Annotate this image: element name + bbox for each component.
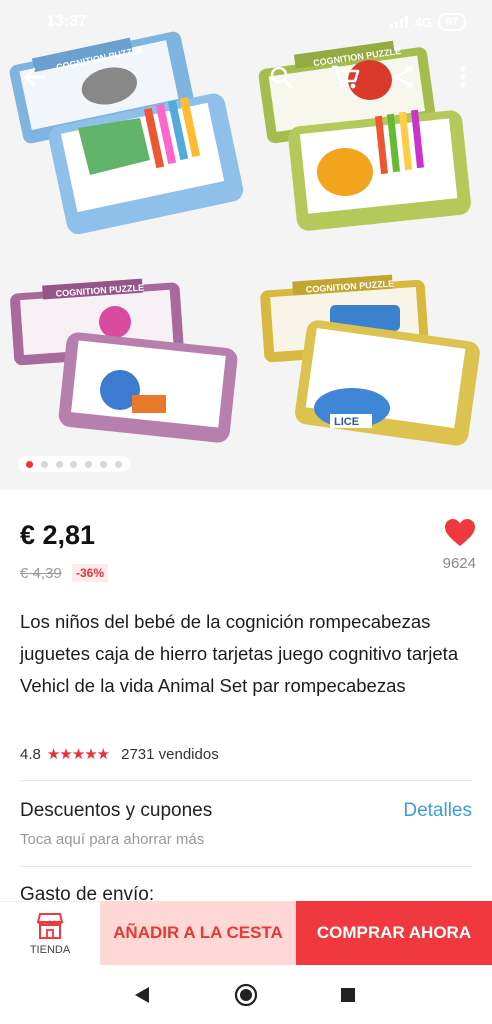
rating-row[interactable]: 4.8 ★★★★★ 2731 vendidos	[20, 745, 219, 764]
purple-puzzle-box: COGNITION PUZZLE	[10, 278, 238, 443]
nav-home-icon[interactable]	[232, 981, 260, 1009]
divider	[20, 780, 472, 781]
pagination-dot[interactable]	[85, 460, 93, 468]
current-price: € 2,81	[20, 520, 96, 550]
pagination-dot[interactable]	[40, 460, 48, 468]
back-arrow-icon[interactable]	[18, 60, 52, 94]
svg-text:LICE: LICE	[334, 416, 359, 428]
store-label: TIENDA	[29, 943, 71, 956]
add-to-cart-button[interactable]: AÑADIR A LA CESTA	[100, 901, 296, 965]
buy-now-button[interactable]: COMPRAR AHORA	[296, 901, 492, 965]
bottom-action-bar: TIENDA AÑADIR A LA CESTA COMPRAR AHORA	[0, 901, 492, 965]
coupons-subtitle: Toca aquí para ahorrar más	[20, 831, 205, 848]
search-icon[interactable]	[264, 60, 298, 94]
gallery-pagination[interactable]	[18, 456, 130, 472]
status-bar: 13:37 4G 97	[0, 0, 492, 44]
divider	[20, 866, 472, 867]
original-price: € 4,39	[20, 565, 62, 582]
pagination-dot[interactable]	[100, 460, 108, 468]
store-button[interactable]: TIENDA	[0, 901, 100, 965]
pagination-dot[interactable]	[25, 460, 33, 468]
pagination-dot[interactable]	[55, 460, 63, 468]
system-nav-bar	[0, 965, 492, 1024]
top-toolbar	[0, 60, 492, 94]
network-type: 4G	[414, 14, 432, 30]
status-indicators: 4G 97	[390, 13, 466, 31]
nav-back-icon[interactable]	[128, 981, 156, 1009]
nav-recents-icon[interactable]	[334, 981, 362, 1009]
rating-score: 4.8	[20, 745, 41, 763]
yellow-puzzle-box: COGNITION PUZZLE LICE	[260, 274, 480, 446]
more-options-icon[interactable]	[446, 60, 480, 94]
sold-count: 2731 vendidos	[121, 745, 219, 763]
cart-icon[interactable]	[328, 60, 362, 94]
signal-icon	[390, 16, 409, 28]
coupons-label[interactable]: Descuentos y cupones	[20, 800, 212, 822]
pagination-dot[interactable]	[70, 460, 78, 468]
status-time: 13:37	[46, 13, 87, 30]
rating-stars-icon: ★★★★★	[46, 746, 110, 763]
discount-badge: -36%	[72, 564, 109, 582]
product-title: Los niños del bebé de la cognición rompe…	[20, 611, 459, 696]
wishlist-count: 9624	[442, 555, 476, 572]
battery-icon: 97	[437, 13, 466, 31]
store-icon	[36, 912, 64, 939]
wishlist-heart-icon[interactable]	[444, 518, 476, 548]
details-link[interactable]: Detalles	[403, 800, 472, 822]
pagination-dot[interactable]	[114, 460, 122, 468]
share-icon[interactable]	[386, 60, 420, 94]
